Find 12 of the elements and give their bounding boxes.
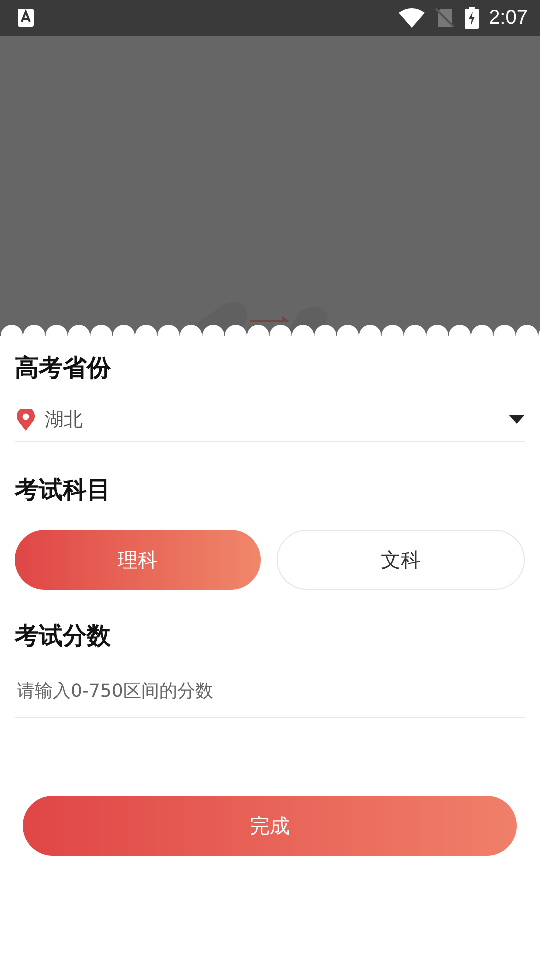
battery-charging-icon — [465, 7, 480, 29]
wifi-icon — [399, 8, 426, 28]
subject-tab[interactable]: 文科 — [277, 530, 525, 590]
province-select[interactable]: 湖北 — [15, 398, 525, 442]
section-title: 考试分数 — [15, 621, 112, 652]
dropdown-caret-icon — [509, 415, 525, 424]
section-title: 考试科目 — [15, 475, 112, 506]
section-title: 高考省份 — [15, 353, 112, 384]
app-notification-icon — [18, 9, 34, 27]
location-pin-icon — [17, 408, 35, 430]
no-sim-icon — [435, 8, 456, 28]
status-time: 2:07 — [489, 6, 528, 30]
